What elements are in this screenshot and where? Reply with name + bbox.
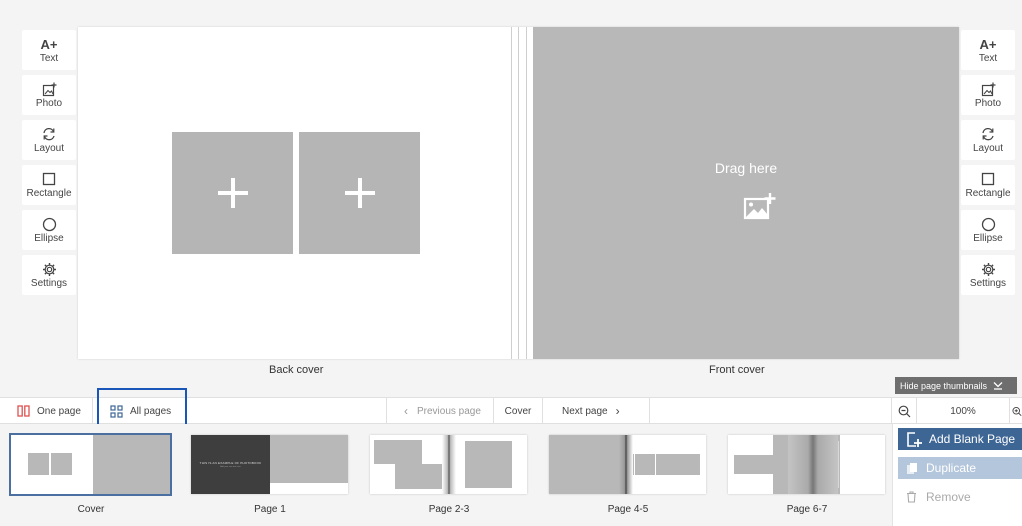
zoom-out-icon [898,405,910,417]
page-thumbnails-strip: Cover THIS IS AN EXAMPLE OF PHOTOBOOK Ad… [0,424,892,526]
tool-label: Photo [35,98,63,109]
add-photo-icon [42,81,57,97]
right-toolbar: A+ Text Photo Layout Rectangle Ellipse S… [961,30,1015,300]
thumbnail-label: Page 2-3 [428,504,470,515]
thumbnail-label: Page 6-7 [786,504,828,515]
text-tool-button[interactable]: A+ Text [961,30,1015,70]
hide-thumbnails-button[interactable]: Hide page thumbnails [895,377,1017,394]
tool-label: Photo [974,98,1002,109]
add-image-icon [743,193,776,220]
text-size-icon: A+ [979,36,997,52]
photo-tool-button[interactable]: Photo [961,75,1015,115]
left-toolbar: A+ Text Photo Layout Rectangle Ellipse S… [22,30,76,300]
layout-tool-button[interactable]: Layout [22,120,76,160]
current-page-label: Cover [504,405,532,417]
all-pages-focus-outline [97,388,187,428]
photo-tool-button[interactable]: Photo [22,75,76,115]
thumbnail-label: Page 4-5 [607,504,649,515]
tool-label: Settings [969,278,1007,289]
collapse-down-icon [993,382,1003,390]
tool-label: Ellipse [973,233,1003,244]
chevron-left-icon: ‹ [404,404,408,418]
back-cover-label: Back cover [269,364,324,376]
thumbnail-label: Page 1 [254,504,286,515]
rectangle-icon [981,171,995,187]
plus-icon [344,178,375,208]
one-page-label: One page [37,405,81,417]
thumbnail-cover[interactable] [9,433,172,496]
thumbnail-label: Cover [77,504,105,515]
text-tool-button[interactable]: A+ Text [22,30,76,70]
tool-label: Settings [30,278,68,289]
page-1-title-text: THIS IS AN EXAMPLE OF PHOTOBOOK [199,461,262,465]
duplicate-label: Duplicate [926,461,977,475]
previous-page-button[interactable]: ‹ Previous page [387,398,494,424]
book-spine [506,27,533,359]
tool-label: Layout [972,143,1004,154]
drag-here-text: Drag here [714,160,778,176]
ellipse-icon [981,216,996,232]
duplicate-icon [907,462,917,474]
gear-icon [981,261,996,277]
ellipse-icon [42,216,57,232]
one-page-button[interactable]: One page [0,398,93,424]
thumbnail-page-2-3[interactable] [370,435,527,494]
refresh-layout-icon [981,126,995,142]
add-blank-page-button[interactable]: Add Blank Page [898,428,1022,450]
plus-icon [217,178,248,208]
remove-button[interactable]: Remove [898,486,1022,508]
book-spread: Drag here [78,27,959,359]
trash-icon [907,491,916,503]
text-size-icon: A+ [40,36,58,52]
rectangle-icon [42,171,56,187]
page-actions-panel: Add Blank Page Duplicate Remove [892,424,1022,526]
next-page-label: Next page [562,405,608,417]
zoom-value: 100% [950,405,976,417]
photo-placeholder[interactable] [299,132,420,254]
zoom-out-button[interactable] [892,398,917,424]
tool-label: Layout [33,143,65,154]
zoom-level[interactable]: 100% [917,398,1010,424]
ellipse-tool-button[interactable]: Ellipse [961,210,1015,250]
next-page-button[interactable]: Next page › [543,398,650,424]
tool-label: Text [978,53,998,64]
one-page-icon [17,405,30,417]
chevron-right-icon: › [615,404,620,418]
thumbnail-page-4-5[interactable] [549,435,706,494]
add-photo-icon [981,81,996,97]
front-cover-label: Front cover [709,364,765,376]
tool-label: Rectangle [965,188,1011,199]
tool-label: Rectangle [26,188,72,199]
tool-label: Ellipse [34,233,64,244]
previous-page-label: Previous page [417,405,481,417]
thumbnail-page-1[interactable]: THIS IS AN EXAMPLE OF PHOTOBOOK Add your… [191,435,348,494]
add-page-icon [907,432,922,447]
remove-label: Remove [926,490,971,504]
back-cover-page[interactable] [78,27,506,359]
duplicate-button[interactable]: Duplicate [898,457,1022,479]
hide-thumbnails-label: Hide page thumbnails [900,380,988,391]
gear-icon [42,261,57,277]
tool-label: Text [39,53,59,64]
settings-tool-button[interactable]: Settings [961,255,1015,295]
current-page-indicator: Cover [494,398,543,424]
zoom-in-icon [1012,406,1022,416]
ellipse-tool-button[interactable]: Ellipse [22,210,76,250]
add-blank-page-label: Add Blank Page [929,432,1016,446]
settings-tool-button[interactable]: Settings [22,255,76,295]
rectangle-tool-button[interactable]: Rectangle [22,165,76,205]
refresh-layout-icon [42,126,56,142]
zoom-in-button[interactable] [1012,398,1022,424]
page-1-subtitle-text: Add your own text here [220,466,241,468]
rectangle-tool-button[interactable]: Rectangle [961,165,1015,205]
layout-tool-button[interactable]: Layout [961,120,1015,160]
photo-placeholder[interactable] [172,132,293,254]
thumbnail-page-6-7[interactable] [728,435,885,494]
